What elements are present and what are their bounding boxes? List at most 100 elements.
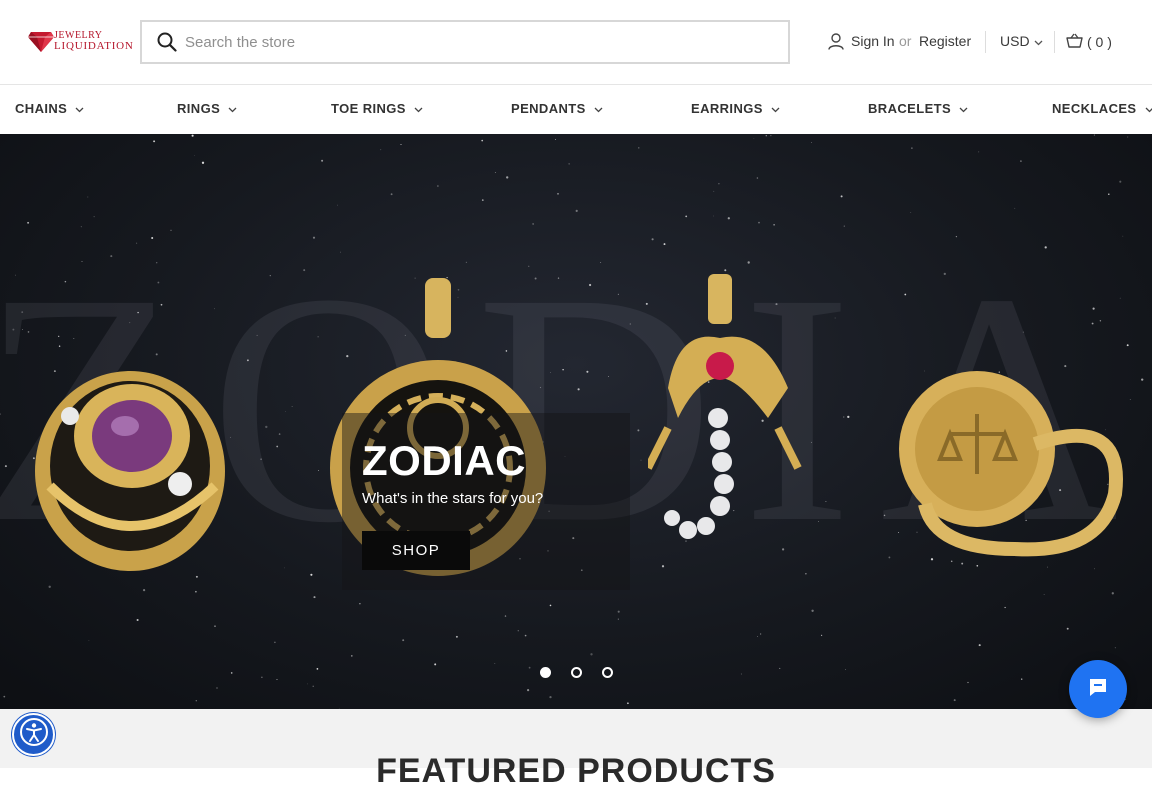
nav-item-chains[interactable]: CHAINS: [15, 101, 84, 116]
star-dot: [821, 635, 822, 636]
header-divider: [985, 31, 986, 53]
star-dot: [713, 191, 714, 192]
nav-item-pendants[interactable]: PENDANTS: [511, 101, 603, 116]
star-dot: [1127, 137, 1128, 138]
star-dot: [627, 702, 629, 704]
star-dot: [1014, 208, 1015, 209]
star-dot: [766, 135, 767, 136]
search-input[interactable]: [185, 34, 745, 51]
nav-item-label: PENDANTS: [511, 101, 586, 116]
star-dot: [321, 160, 323, 162]
shop-button[interactable]: SHOP: [362, 531, 470, 570]
nav-item-necklaces[interactable]: NECKLACES: [1052, 101, 1152, 116]
star-dot: [456, 636, 458, 638]
chat-launcher-button[interactable]: [1069, 660, 1127, 718]
carousel-dot-2[interactable]: [571, 667, 582, 678]
star-dot: [685, 215, 687, 217]
nav-item-toe-rings[interactable]: TOE RINGS: [331, 101, 423, 116]
hero-carousel[interactable]: ZODIAC ZODIAC Wh: [0, 134, 1152, 709]
star-dot: [317, 668, 319, 670]
register-link[interactable]: Register: [919, 33, 971, 49]
star-dot: [94, 216, 95, 217]
chevron-down-icon: [75, 101, 84, 116]
accessibility-icon: [19, 717, 49, 752]
nav-item-bracelets[interactable]: BRACELETS: [868, 101, 968, 116]
site-header: JEWELRY LIQUIDATION Sign In or Register …: [0, 0, 1152, 84]
star-dot: [195, 591, 197, 593]
chevron-down-icon: [1145, 101, 1152, 116]
star-dot: [718, 183, 719, 184]
sign-in-link[interactable]: Sign In: [851, 33, 895, 49]
star-dot: [557, 193, 558, 194]
logo-line2: LIQUIDATION: [54, 41, 134, 52]
star-dot: [274, 642, 275, 643]
star-dot: [313, 596, 315, 598]
carousel-dot-3[interactable]: [602, 667, 613, 678]
star-dot: [153, 140, 155, 142]
search-bar[interactable]: [140, 20, 790, 64]
star-dot: [3, 696, 5, 698]
chat-icon: [1087, 676, 1109, 703]
star-dot: [550, 605, 552, 607]
nav-item-label: RINGS: [177, 101, 220, 116]
star-dot: [811, 610, 813, 612]
cart-count: ( 0 ): [1087, 34, 1112, 50]
star-dot: [337, 205, 338, 206]
carousel-dot-1[interactable]: [540, 667, 551, 678]
star-dot: [192, 135, 194, 137]
accessibility-button[interactable]: [12, 713, 55, 756]
star-dot: [979, 644, 981, 646]
star-dot: [380, 149, 381, 150]
featured-products-title: FEATURED PRODUCTS: [0, 752, 1152, 791]
nav-item-earrings[interactable]: EARRINGS: [691, 101, 780, 116]
star-dot: [1044, 594, 1045, 595]
star-dot: [27, 222, 29, 224]
user-icon[interactable]: [828, 33, 844, 55]
nav-item-rings[interactable]: RINGS: [177, 101, 237, 116]
star-dot: [276, 679, 277, 680]
star-dot: [400, 144, 401, 145]
star-dot: [482, 199, 484, 201]
star-dot: [261, 677, 262, 678]
star-dot: [728, 217, 730, 219]
star-dot: [1067, 628, 1069, 630]
nav-item-label: BRACELETS: [868, 101, 951, 116]
star-dot: [231, 672, 233, 674]
hero-subtitle: What's in the stars for you?: [362, 490, 543, 507]
carousel-dots: [540, 667, 613, 678]
basket-icon: [1066, 33, 1083, 51]
star-dot: [741, 674, 742, 675]
star-dot: [1021, 678, 1022, 679]
star-dot: [757, 177, 759, 179]
currency-selector[interactable]: USD: [1000, 33, 1043, 49]
or-separator: or: [899, 33, 911, 49]
star-dot: [910, 212, 911, 213]
nav-item-label: TOE RINGS: [331, 101, 406, 116]
star-dot: [196, 700, 197, 701]
star-dot: [757, 636, 758, 637]
site-logo[interactable]: JEWELRY LIQUIDATION: [28, 30, 126, 54]
star-dot: [495, 172, 496, 173]
libra-ring-image: [895, 354, 1125, 559]
star-dot: [1020, 160, 1022, 162]
star-dot: [194, 155, 195, 156]
search-icon[interactable]: [157, 32, 177, 52]
star-dot: [713, 216, 714, 217]
star-dot: [525, 635, 527, 637]
star-dot: [911, 147, 912, 148]
star-dot: [760, 633, 761, 634]
nav-item-label: EARRINGS: [691, 101, 763, 116]
star-dot: [313, 686, 314, 687]
logo-diamond-icon: [28, 31, 54, 53]
cart-button[interactable]: ( 0 ): [1066, 33, 1112, 51]
star-dot: [1112, 592, 1114, 594]
star-dot: [494, 663, 495, 664]
star-dot: [1119, 181, 1121, 183]
star-dot: [1125, 699, 1126, 700]
hero-title: ZODIAC: [362, 437, 526, 485]
star-dot: [216, 687, 217, 688]
chevron-down-icon: [959, 101, 968, 116]
star-dot: [978, 152, 979, 153]
star-dot: [202, 162, 204, 164]
star-dot: [754, 138, 755, 139]
